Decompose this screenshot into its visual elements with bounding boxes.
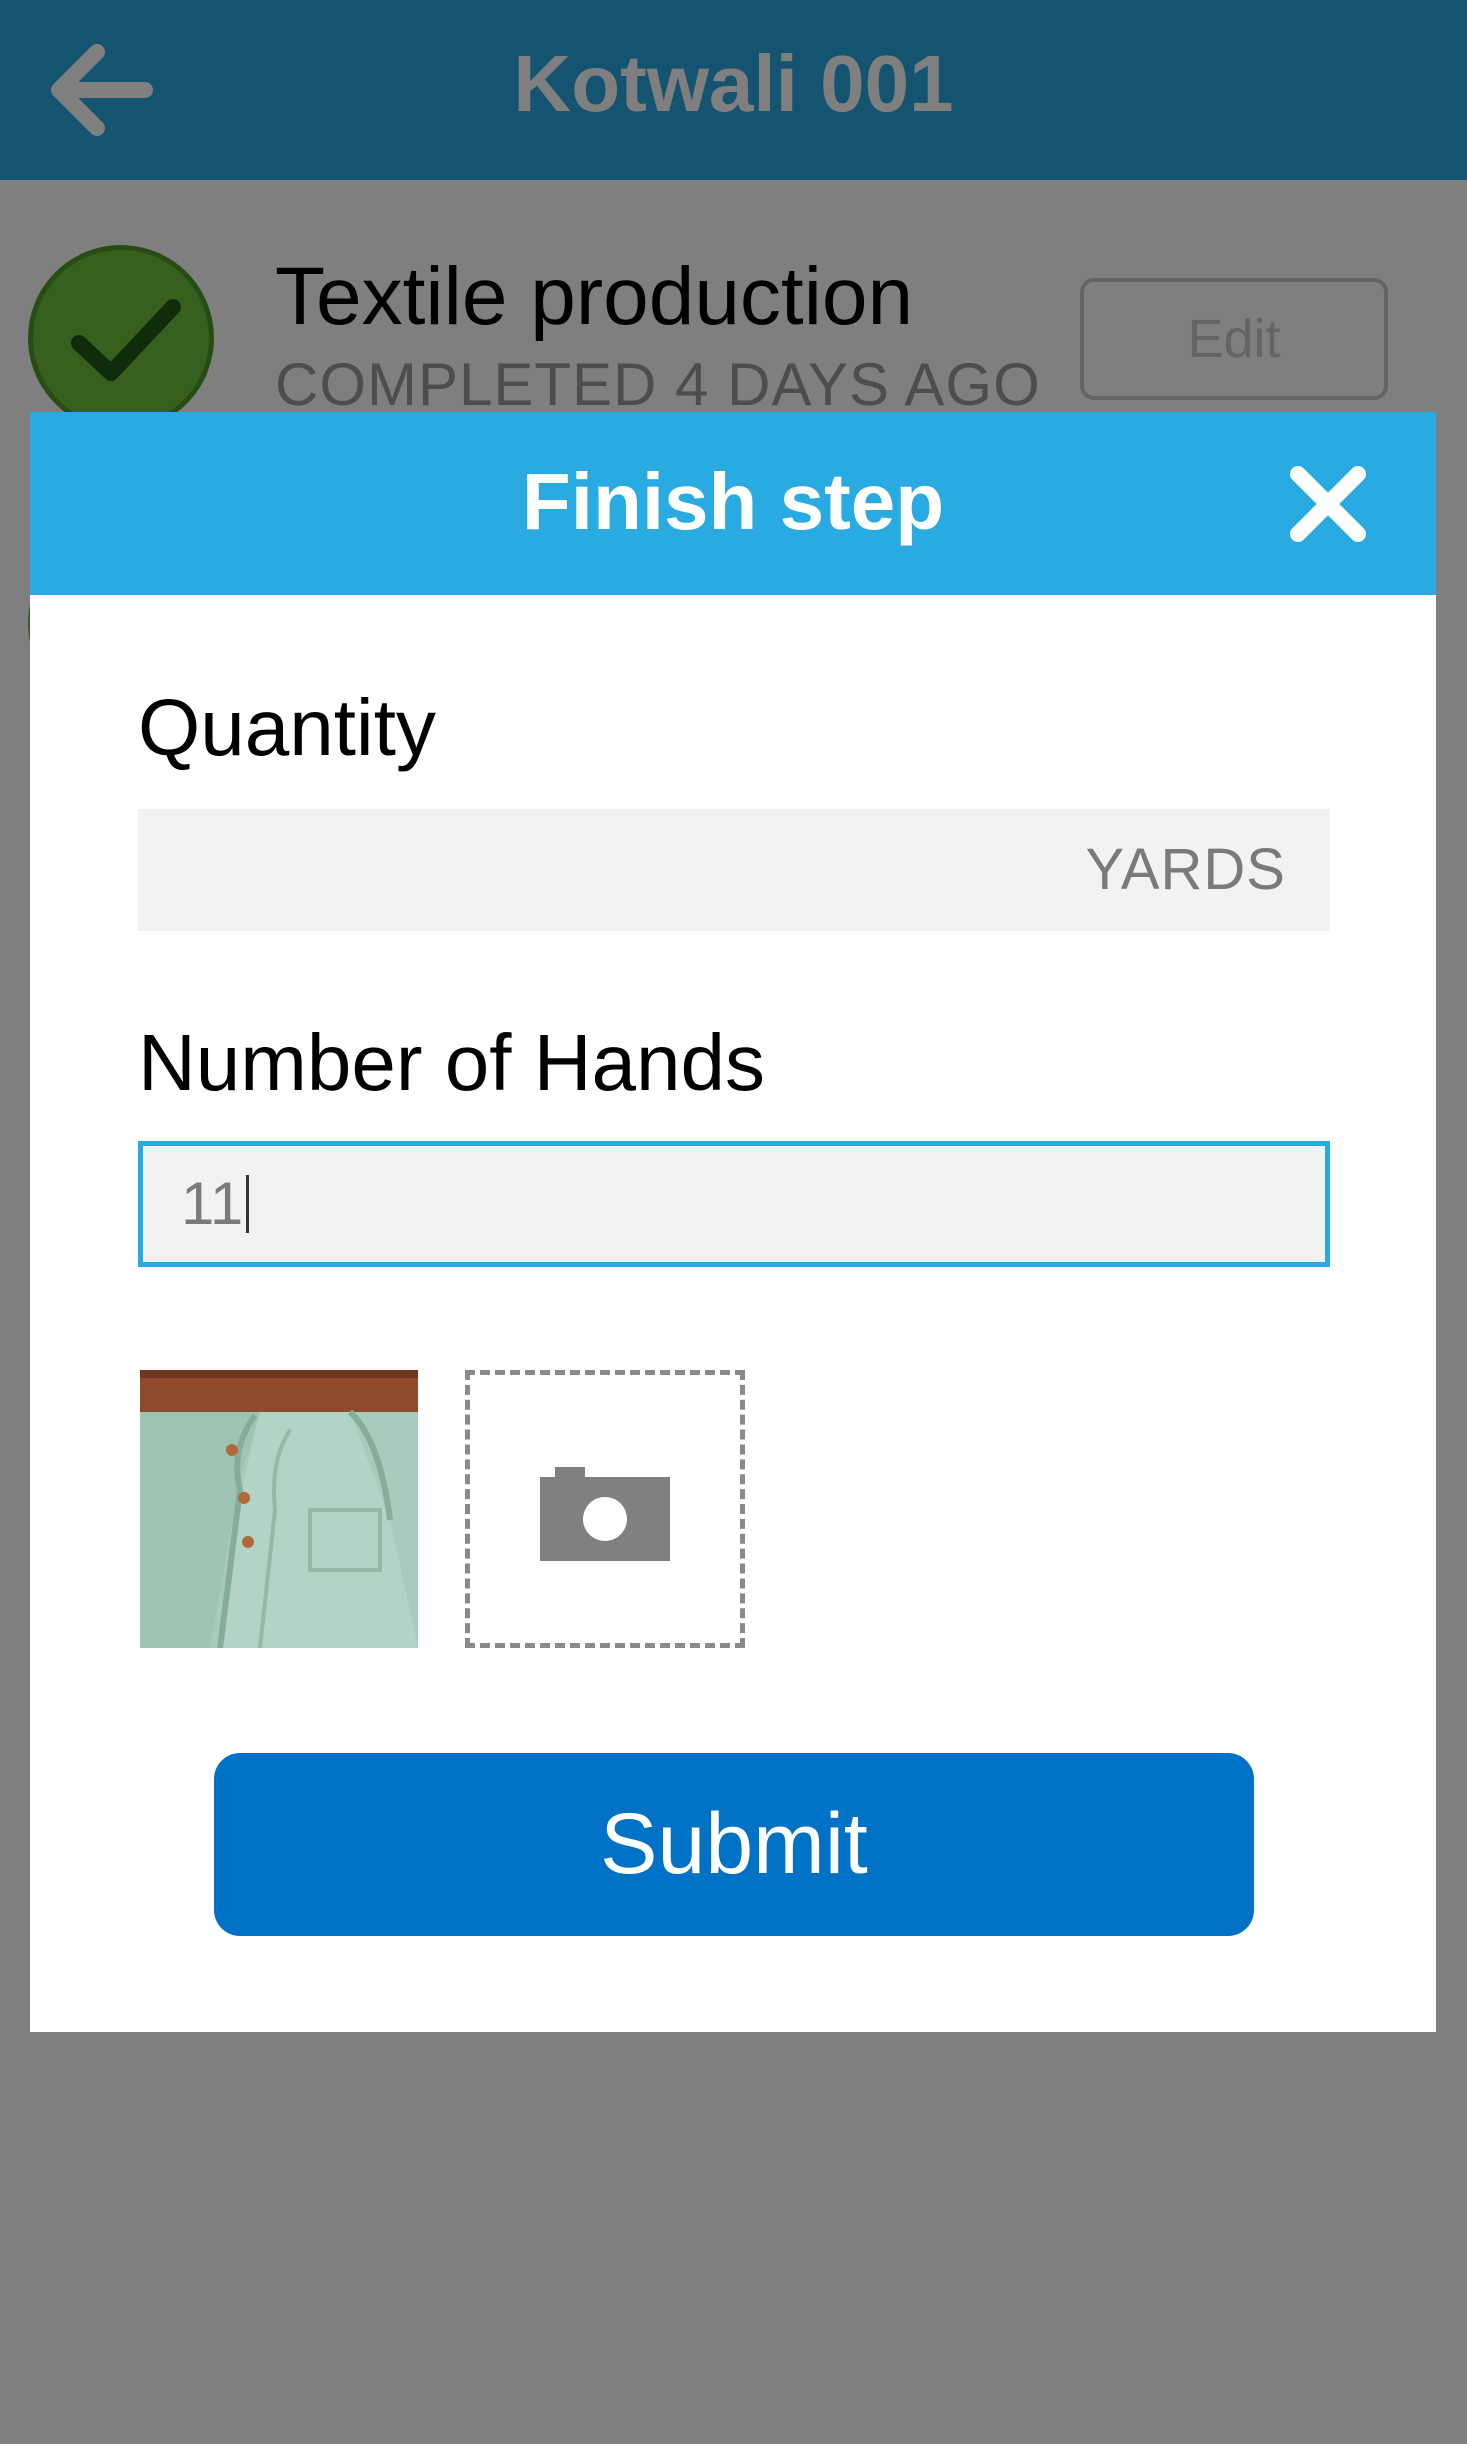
hands-input[interactable]: 11 (138, 1141, 1330, 1267)
close-icon (1290, 466, 1366, 542)
submit-button[interactable]: Submit (214, 1753, 1254, 1936)
text-caret (246, 1175, 250, 1234)
hands-label: Number of Hands (138, 1018, 765, 1107)
quantity-label: Quantity (138, 683, 436, 772)
hands-value: 11 (181, 1146, 250, 1262)
camera-icon (540, 1467, 670, 1561)
quantity-unit: YARDS (1085, 837, 1286, 902)
hands-value-text: 11 (181, 1170, 244, 1237)
photo-thumbnail[interactable] (140, 1370, 418, 1648)
finish-step-dialog: Finish step Quantity YARDS Number of Han… (30, 412, 1436, 2032)
shirt-photo (140, 1370, 418, 1648)
quantity-input[interactable]: YARDS (138, 809, 1330, 931)
close-button[interactable] (1288, 464, 1368, 544)
add-photo-button[interactable] (465, 1370, 745, 1648)
dialog-title: Finish step (521, 457, 945, 546)
dialog-header: Finish step (30, 412, 1436, 595)
